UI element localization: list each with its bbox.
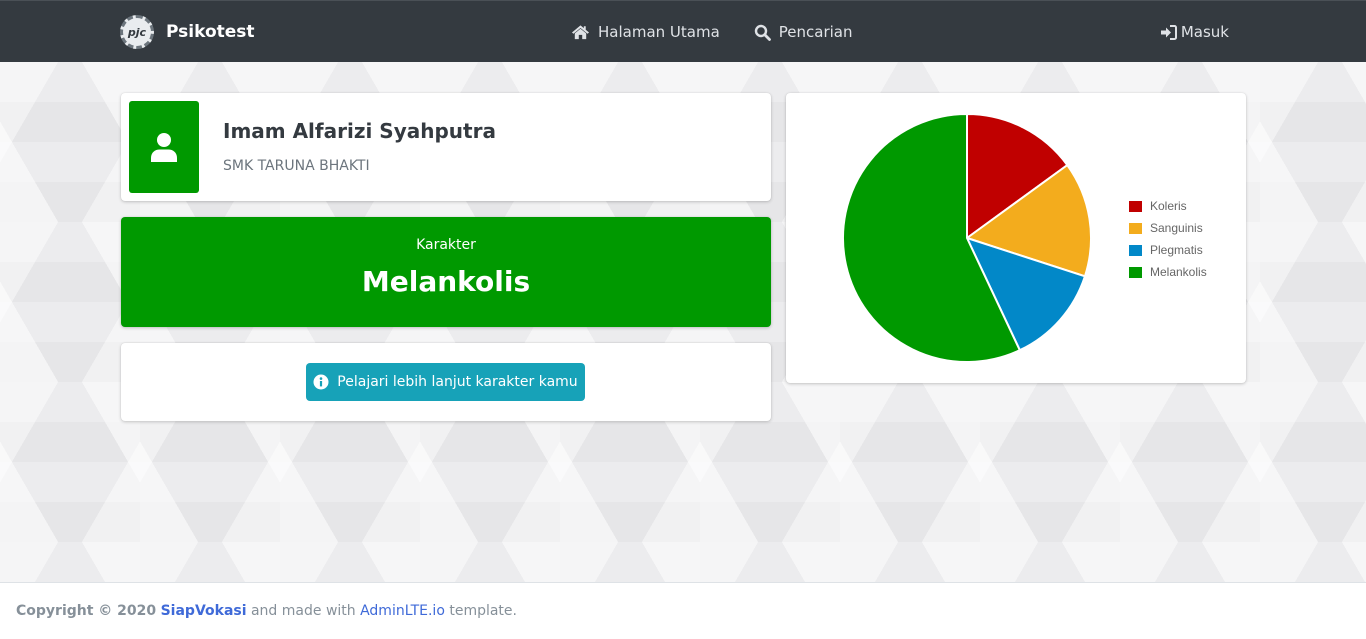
brand-link[interactable]: pjc Psikotest [120, 15, 255, 49]
footer-copyright: Copyright © 2020 [16, 603, 157, 619]
legend-swatch [1129, 222, 1142, 234]
character-result-card: Karakter Melankolis [121, 217, 771, 327]
legend-label: Plegmatis [1150, 243, 1203, 257]
pie-chart [842, 112, 1092, 363]
legend-item-sanguinis[interactable]: Sanguinis [1129, 217, 1207, 239]
info-circle-icon [313, 374, 329, 390]
profile-card: Imam Alfarizi Syahputra SMK TARUNA BHAKT… [121, 93, 771, 201]
home-icon [571, 25, 590, 40]
nav-links: Halaman Utama Pencarian [571, 1, 886, 63]
chart-legend: Koleris Sanguinis Plegmatis Melankolis [1129, 195, 1207, 283]
footer-tool-link[interactable]: AdminLTE.io [360, 603, 445, 619]
learn-more-label: Pelajari lebih lanjut karakter kamu [337, 374, 578, 390]
brand-name: Psikotest [166, 22, 255, 42]
legend-item-plegmatis[interactable]: Plegmatis [1129, 239, 1207, 261]
footer-org-link[interactable]: SiapVokasi [161, 603, 247, 619]
footer-suffix-text: template. [444, 603, 517, 619]
sign-in-icon [1160, 24, 1177, 40]
result-label: Karakter [416, 237, 476, 253]
footer: Copyright © 2020 SiapVokasi and made wit… [0, 582, 1366, 639]
legend-swatch [1129, 200, 1142, 212]
legend-item-koleris[interactable]: Koleris [1129, 195, 1207, 217]
user-icon [151, 133, 177, 162]
learn-more-button[interactable]: Pelajari lebih lanjut karakter kamu [306, 363, 585, 401]
legend-label: Melankolis [1150, 265, 1207, 279]
legend-label: Sanguinis [1150, 221, 1203, 235]
search-icon [754, 24, 771, 41]
login-link[interactable]: Masuk [1160, 1, 1229, 63]
legend-label: Koleris [1150, 199, 1187, 213]
student-name: Imam Alfarizi Syahputra [223, 119, 496, 143]
login-label: Masuk [1180, 23, 1229, 41]
result-value: Melankolis [361, 265, 531, 298]
legend-swatch [1129, 244, 1142, 256]
footer-middle-text: and made with [246, 603, 361, 619]
learn-more-card: Pelajari lebih lanjut karakter kamu [121, 343, 771, 421]
nav-home-link[interactable]: Halaman Utama [571, 23, 720, 41]
school-name: SMK TARUNA BHAKTI [223, 158, 370, 174]
profile-icon-box [129, 101, 199, 193]
top-navbar: pjc Psikotest Halaman Utama Pencarian Ma… [0, 0, 1366, 62]
nav-search-link[interactable]: Pencarian [754, 23, 853, 41]
nav-home-label: Halaman Utama [598, 23, 720, 41]
character-pie-chart-card: Koleris Sanguinis Plegmatis Melankolis [786, 93, 1246, 383]
nav-search-label: Pencarian [778, 23, 853, 41]
brand-logo-icon: pjc [120, 15, 154, 49]
legend-item-melankolis[interactable]: Melankolis [1129, 261, 1207, 283]
legend-swatch [1129, 266, 1142, 278]
